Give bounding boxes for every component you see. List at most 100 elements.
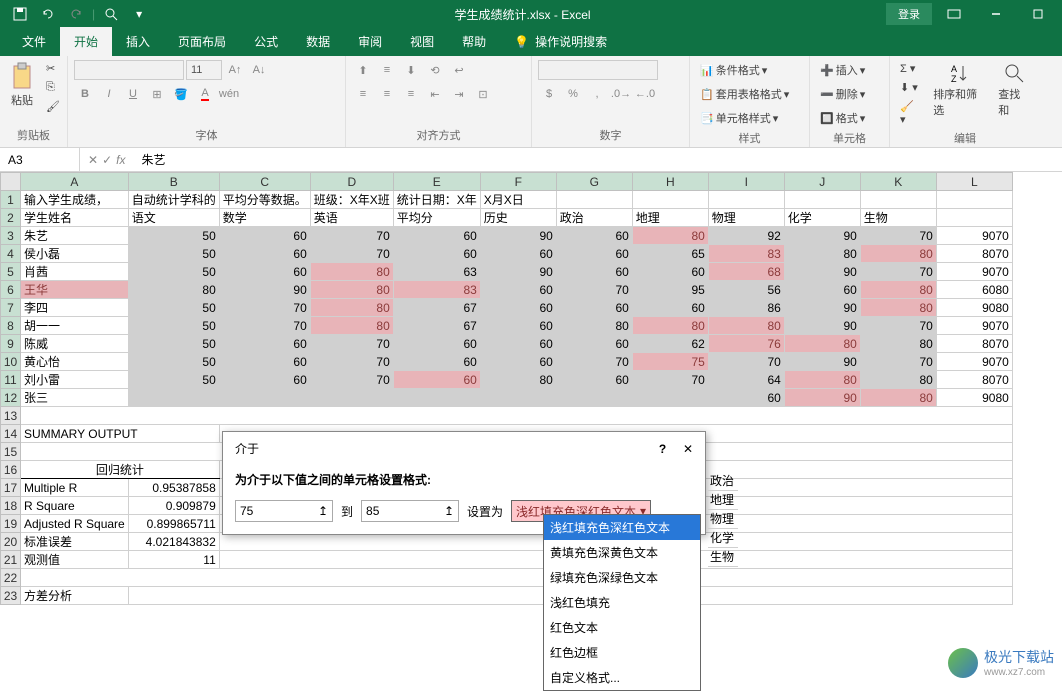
sort-filter-button[interactable]: AZ 排序和筛选	[929, 60, 990, 120]
cell[interactable]: 60	[556, 245, 632, 263]
cell[interactable]: 80	[784, 245, 860, 263]
cell[interactable]: 60	[480, 299, 556, 317]
cell[interactable]: 8070	[936, 335, 1012, 353]
tab-file[interactable]: 文件	[8, 27, 60, 56]
to-value-input[interactable]: 85↥	[361, 500, 459, 522]
cell[interactable]: 95	[632, 281, 708, 299]
cell[interactable]: 朱艺	[21, 227, 129, 245]
underline-icon[interactable]: U	[122, 84, 144, 104]
align-left-icon[interactable]: ≡	[352, 84, 374, 104]
cell[interactable]: 60	[219, 227, 310, 245]
row-header[interactable]: 11	[1, 371, 21, 389]
range-picker-icon[interactable]: ↥	[444, 504, 454, 518]
cell[interactable]: 60	[219, 353, 310, 371]
cell[interactable]: 80	[860, 245, 936, 263]
range-picker-icon[interactable]: ↥	[318, 504, 328, 518]
cell[interactable]: 90	[784, 263, 860, 281]
cell[interactable]	[310, 389, 393, 407]
row-header[interactable]: 12	[1, 389, 21, 407]
cell[interactable]	[632, 389, 708, 407]
cell[interactable]: 80	[480, 371, 556, 389]
wrap-text-icon[interactable]: ↩	[448, 60, 470, 80]
cell[interactable]: 地理	[632, 209, 708, 227]
table-format-button[interactable]: 📋 套用表格格式 ▾	[696, 84, 793, 104]
cell[interactable]	[128, 389, 219, 407]
cell[interactable]: 80	[310, 263, 393, 281]
dropdown-option[interactable]: 红色边框	[544, 640, 700, 665]
dropdown-option[interactable]: 黄填充色深黄色文本	[544, 540, 700, 565]
row-header[interactable]: 6	[1, 281, 21, 299]
cell[interactable]: 自动统计学科的	[128, 191, 219, 209]
clear-icon[interactable]: 🧹 ▾	[896, 98, 925, 128]
cell[interactable]	[393, 389, 480, 407]
dialog-help-icon[interactable]: ?	[659, 442, 666, 456]
qat-customize-icon[interactable]: ▾	[127, 2, 151, 26]
tab-formulas[interactable]: 公式	[240, 27, 292, 56]
cell[interactable]: 刘小雷	[21, 371, 129, 389]
cell[interactable]: 60	[556, 263, 632, 281]
cell[interactable]: 60	[219, 263, 310, 281]
cell[interactable]: 60	[393, 335, 480, 353]
cell[interactable]: 60	[556, 335, 632, 353]
cell[interactable]: 80	[860, 335, 936, 353]
cell[interactable]: 学生姓名	[21, 209, 129, 227]
cell[interactable]: 语文	[128, 209, 219, 227]
cell[interactable]: 50	[128, 245, 219, 263]
cell[interactable]: 9070	[936, 317, 1012, 335]
cancel-formula-icon[interactable]: ✕	[88, 153, 98, 167]
cell[interactable]: 70	[310, 335, 393, 353]
cell[interactable]: 80	[860, 371, 936, 389]
col-header[interactable]: I	[708, 173, 784, 191]
formula-input[interactable]: 朱艺	[133, 151, 1062, 168]
cell[interactable]: 班级：X年X班	[310, 191, 393, 209]
cell[interactable]: 9070	[936, 263, 1012, 281]
cell[interactable]: 80	[632, 227, 708, 245]
cell[interactable]: 50	[128, 335, 219, 353]
cell[interactable]: 侯小磊	[21, 245, 129, 263]
cell[interactable]: 60	[393, 227, 480, 245]
cell[interactable]: 6080	[936, 281, 1012, 299]
cell[interactable]: 50	[128, 227, 219, 245]
increase-decimal-icon[interactable]: .0→	[610, 84, 632, 104]
col-header[interactable]: E	[393, 173, 480, 191]
cell[interactable]: 68	[708, 263, 784, 281]
cell[interactable]: 60	[556, 227, 632, 245]
tab-insert[interactable]: 插入	[112, 27, 164, 56]
cell[interactable]: 肖茜	[21, 263, 129, 281]
cell[interactable]: 67	[393, 317, 480, 335]
dropdown-option[interactable]: 自定义格式...	[544, 665, 700, 690]
cell[interactable]: 历史	[480, 209, 556, 227]
cell[interactable]: 英语	[310, 209, 393, 227]
cell[interactable]: 平均分等数据。	[219, 191, 310, 209]
tab-help[interactable]: 帮助	[448, 27, 500, 56]
cell[interactable]: 90	[480, 263, 556, 281]
col-header[interactable]: F	[480, 173, 556, 191]
cell[interactable]: 物理	[708, 209, 784, 227]
cell[interactable]: 56	[708, 281, 784, 299]
cell[interactable]: 80	[310, 317, 393, 335]
cell[interactable]: 80	[310, 299, 393, 317]
copy-icon[interactable]: ⎘	[42, 79, 64, 96]
cell[interactable]: 胡一一	[21, 317, 129, 335]
comma-icon[interactable]: ,	[586, 84, 608, 104]
col-header[interactable]: C	[219, 173, 310, 191]
cell[interactable]: 9080	[936, 389, 1012, 407]
align-top-icon[interactable]: ⬆	[352, 60, 374, 80]
font-color-icon[interactable]: A	[194, 84, 216, 104]
cell[interactable]: 75	[632, 353, 708, 371]
cell[interactable]	[556, 389, 632, 407]
orientation-icon[interactable]: ⟲	[424, 60, 446, 80]
col-header[interactable]: G	[556, 173, 632, 191]
cell[interactable]: 9070	[936, 353, 1012, 371]
format-cells-button[interactable]: 🔲 格式 ▾	[816, 108, 869, 128]
col-header[interactable]: D	[310, 173, 393, 191]
cell[interactable]: 80	[860, 299, 936, 317]
cell[interactable]: 70	[556, 281, 632, 299]
conditional-format-button[interactable]: 📊 条件格式 ▾	[696, 60, 771, 80]
cell[interactable]: 70	[708, 353, 784, 371]
phonetic-icon[interactable]: wén	[218, 84, 240, 104]
decrease-decimal-icon[interactable]: ←.0	[634, 84, 656, 104]
row-header[interactable]: 7	[1, 299, 21, 317]
cell[interactable]: 50	[128, 353, 219, 371]
italic-icon[interactable]: I	[98, 84, 120, 104]
